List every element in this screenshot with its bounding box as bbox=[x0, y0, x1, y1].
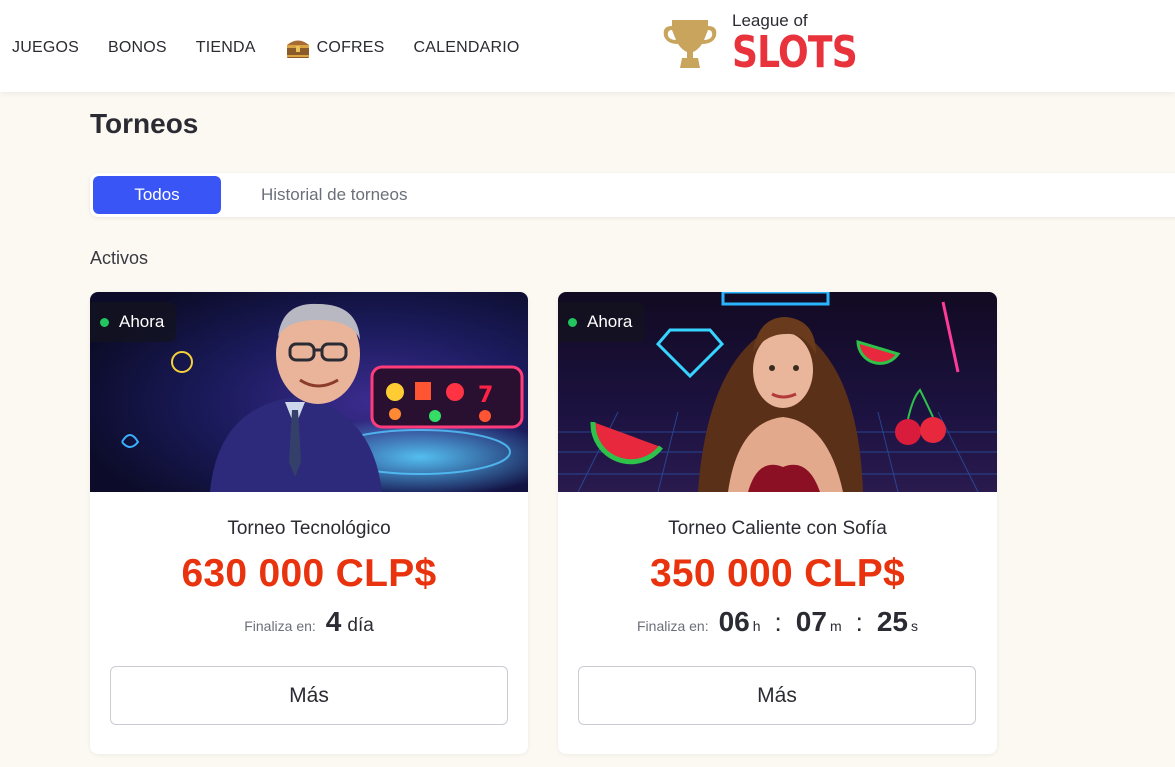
days-value: 4 bbox=[325, 606, 342, 637]
minutes-value: 07 bbox=[795, 606, 827, 637]
tab-historial[interactable]: Historial de torneos bbox=[261, 173, 407, 217]
live-badge: Ahora bbox=[90, 302, 177, 342]
live-dot-icon bbox=[100, 317, 109, 327]
live-badge: Ahora bbox=[558, 302, 645, 342]
top-header: JUEGOS BONOS TIENDA COFRES CALENDARIO Le… bbox=[0, 0, 1175, 92]
hours-unit: h bbox=[752, 618, 761, 634]
nav-label: JUEGOS bbox=[12, 39, 79, 56]
seconds-unit: s bbox=[911, 618, 918, 634]
minutes-unit: m bbox=[829, 618, 842, 634]
countdown: Finaliza en: 06 h : 07 m : 25 s bbox=[558, 606, 997, 638]
prize-amount: 630 000 CLP$ bbox=[181, 552, 437, 595]
page-title: Torneos bbox=[90, 108, 199, 139]
nav-cofres[interactable]: COFRES bbox=[285, 36, 385, 60]
logo-main-text: SLOTS bbox=[732, 27, 858, 78]
ends-label: Finaliza en: bbox=[637, 618, 709, 634]
days-unit: día bbox=[347, 615, 374, 636]
prize-amount: 350 000 CLP$ bbox=[649, 552, 906, 595]
nav-label: COFRES bbox=[316, 39, 385, 56]
more-button[interactable]: Más bbox=[578, 666, 976, 725]
treasure-chest-icon bbox=[285, 36, 311, 60]
section-activos-label: Activos bbox=[90, 248, 149, 268]
time-separator: : bbox=[855, 607, 863, 637]
tournament-name: Torneo Tecnológico bbox=[227, 518, 391, 539]
tab-todos[interactable]: Todos bbox=[93, 176, 221, 214]
trophy-icon bbox=[663, 19, 717, 68]
countdown: Finaliza en: 4 día bbox=[90, 606, 528, 638]
tournament-banner-image: 7 Ahora bbox=[90, 292, 528, 492]
card-body: Torneo Tecnológico 630 000 CLP$ Finaliza… bbox=[90, 492, 528, 638]
more-button[interactable]: Más bbox=[110, 666, 508, 725]
badge-label: Ahora bbox=[587, 312, 633, 331]
nav-label: TIENDA bbox=[195, 39, 256, 56]
time-separator: : bbox=[774, 607, 782, 637]
tournament-tabs: Todos Historial de torneos bbox=[90, 173, 1175, 217]
nav-calendario[interactable]: CALENDARIO bbox=[414, 39, 520, 57]
live-dot-icon bbox=[568, 317, 577, 327]
main-nav: JUEGOS BONOS TIENDA COFRES CALENDARIO bbox=[12, 36, 549, 60]
nav-tienda[interactable]: TIENDA bbox=[196, 39, 256, 57]
card-body: Torneo Caliente con Sofía 350 000 CLP$ F… bbox=[558, 492, 997, 638]
svg-text:7: 7 bbox=[478, 383, 493, 408]
nav-label: CALENDARIO bbox=[413, 39, 520, 56]
tournament-card[interactable]: Ahora Torneo Caliente con Sofía 350 000 … bbox=[558, 292, 997, 754]
nav-label: BONOS bbox=[108, 39, 167, 56]
ends-label: Finaliza en: bbox=[244, 618, 316, 634]
site-logo[interactable]: League of SLOTS bbox=[660, 12, 884, 75]
seconds-value: 25 bbox=[876, 606, 908, 637]
badge-label: Ahora bbox=[119, 312, 165, 331]
nav-juegos[interactable]: JUEGOS bbox=[12, 39, 79, 57]
nav-bonos[interactable]: BONOS bbox=[108, 39, 167, 57]
tournament-card[interactable]: 7 Ahora Torneo Tecnológico 630 000 CLP$ bbox=[90, 292, 528, 754]
hours-value: 06 bbox=[718, 606, 750, 637]
tournament-name: Torneo Caliente con Sofía bbox=[668, 518, 887, 539]
tournament-banner-image: Ahora bbox=[558, 292, 997, 492]
